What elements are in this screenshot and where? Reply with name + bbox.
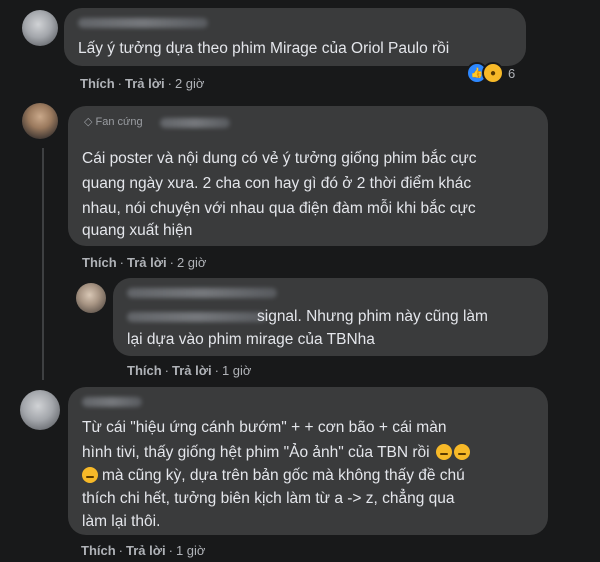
comment-text-fragment: hình tivi, thấy giống hệt phim "Ảo ảnh" … [82, 444, 430, 461]
author-name-blurred[interactable] [82, 397, 142, 407]
reaction-count: 6 [508, 65, 516, 81]
author-name-blurred[interactable] [160, 118, 230, 128]
rolling-eyes-emoji-icon [435, 444, 452, 460]
like-link[interactable]: Thích [82, 255, 117, 270]
comment-text-line: mà cũng kỳ, dựa trên bản gốc mà không th… [82, 463, 465, 488]
comment-actions: Thích · Trả lời · 1 giờ [127, 363, 252, 378]
comment-text-line: lại dựa vào phim mirage của TBNha [127, 331, 375, 348]
like-link[interactable]: Thích [80, 76, 115, 91]
timestamp[interactable]: 1 giờ [176, 543, 206, 558]
thread-line [42, 148, 44, 380]
comment-bubble: ◇ Fan cứng Cái poster và nội dung có vẻ … [68, 106, 548, 246]
blurred-text [127, 312, 267, 322]
diamond-icon: ◇ [84, 116, 93, 128]
like-link[interactable]: Thích [81, 543, 116, 558]
reply-link[interactable]: Trả lời [125, 76, 165, 91]
avatar[interactable] [76, 283, 106, 313]
timestamp[interactable]: 1 giờ [222, 363, 252, 378]
comment-text-line: Từ cái "hiệu ứng cánh bướm" + + cơn bão … [82, 419, 447, 436]
author-name-blurred[interactable] [127, 288, 277, 298]
comment-text-fragment: mà cũng kỳ, dựa trên bản gốc mà không th… [102, 467, 465, 484]
avatar[interactable] [20, 390, 60, 430]
comment-text: Lấy ý tưởng dựa theo phim Mirage của Ori… [78, 40, 450, 57]
author-name-blurred[interactable] [78, 18, 208, 28]
comment-bubble: signal. Nhưng phim này cũng làm lại dựa … [113, 278, 548, 356]
like-link[interactable]: Thích [127, 363, 162, 378]
comment-actions: Thích · Trả lời · 2 giờ [80, 76, 205, 91]
fan-badge: ◇ Fan cứng [84, 115, 143, 128]
avatar[interactable] [22, 10, 58, 46]
comment-actions: Thích · Trả lời · 2 giờ [82, 255, 207, 270]
badge-label: Fan cứng [95, 116, 143, 128]
comment-text-line: Cái poster và nội dung có vẻ ý tưởng giố… [82, 150, 477, 167]
reply-link[interactable]: Trả lời [172, 363, 212, 378]
wow-reaction-icon: ● [482, 62, 504, 84]
comment-text-line: hình tivi, thấy giống hệt phim "Ảo ảnh" … [82, 440, 470, 465]
comment-text-line: signal. Nhưng phim này cũng làm [257, 308, 488, 325]
comment-bubble: Lấy ý tưởng dựa theo phim Mirage của Ori… [64, 8, 526, 66]
timestamp[interactable]: 2 giờ [175, 76, 205, 91]
rolling-eyes-emoji-icon [453, 444, 470, 460]
reply-link[interactable]: Trả lời [127, 255, 167, 270]
reaction-summary[interactable]: 👍 ● 6 [466, 62, 515, 84]
timestamp[interactable]: 2 giờ [177, 255, 207, 270]
comment-text-line: quang ngày xưa. 2 cha con hay gì đó ở 2 … [82, 175, 472, 192]
comment-text-line: làm lại thôi. [82, 513, 161, 530]
reply-link[interactable]: Trả lời [126, 543, 166, 558]
comment-text-line: quang xuất hiện [82, 222, 193, 239]
rolling-eyes-emoji-icon [82, 467, 98, 483]
comment-text-line: thích chi hết, tưởng biên kịch làm từ a … [82, 490, 455, 507]
avatar[interactable] [22, 103, 58, 139]
comment-actions: Thích · Trả lời · 1 giờ [81, 543, 206, 558]
comment-bubble: Từ cái "hiệu ứng cánh bướm" + + cơn bão … [68, 387, 548, 535]
